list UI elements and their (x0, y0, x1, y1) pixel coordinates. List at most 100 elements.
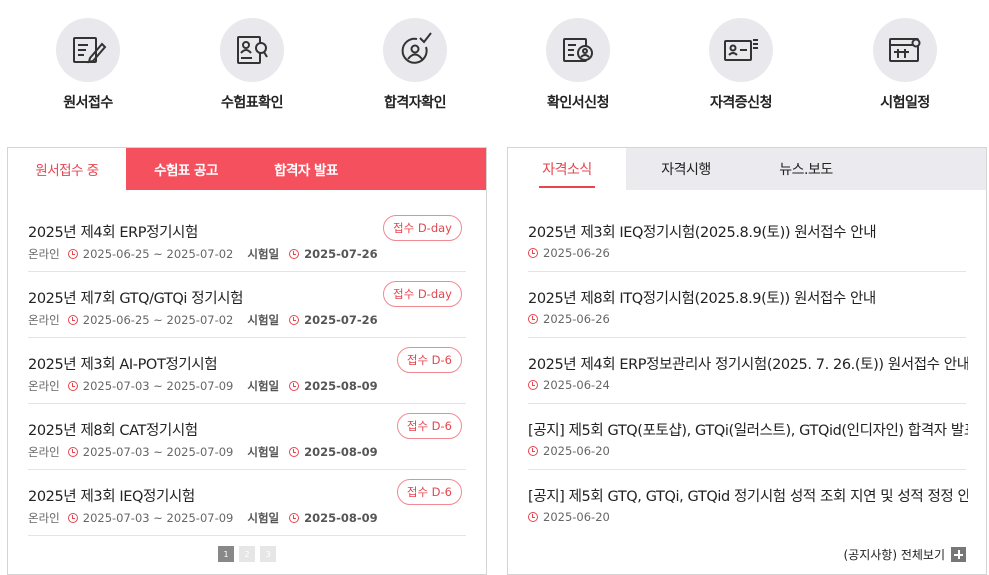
item-meta: 온라인 2025-07-03 ~ 2025-07-09 시험일 2025-08-… (28, 378, 378, 394)
quick-application[interactable]: 원서접수 (28, 18, 148, 112)
news-title: [공지] 제5회 GTQ(포토샵), GTQi(일러스트), GTQid(인디자… (528, 423, 968, 439)
item-meta: 온라인 2025-06-25 ~ 2025-07-02 시험일 2025-07-… (28, 312, 378, 328)
list-item[interactable]: 2025년 제4회 ERP정보관리사 정기시험(2025. 7. 26.(토))… (528, 338, 968, 404)
clock-icon (528, 512, 538, 522)
view-all-link[interactable]: (공지사항) 전체보기 (844, 546, 966, 563)
list-item[interactable]: 2025년 제8회 ITQ정기시험(2025.8.9(토)) 원서접수 안내 2… (528, 272, 966, 338)
clock-icon (528, 314, 538, 324)
quick-label: 수험표확인 (221, 95, 283, 111)
exam-list: 2025년 제4회 ERP정기시험 온라인 2025-06-25 ~ 2025-… (28, 206, 466, 536)
exam-date: 2025-08-09 (304, 445, 378, 459)
list-item[interactable]: 2025년 제4회 ERP정기시험 온라인 2025-06-25 ~ 2025-… (28, 206, 466, 272)
quick-label: 원서접수 (63, 95, 113, 111)
item-meta: 온라인 2025-07-03 ~ 2025-07-09 시험일 2025-08-… (28, 510, 378, 526)
news-meta: 2025-06-20 (528, 444, 610, 458)
news-date: 2025-06-24 (543, 378, 610, 392)
tab-cert-news[interactable]: 자격소식 (508, 148, 626, 190)
clock-icon (67, 513, 78, 523)
news-date: 2025-06-26 (543, 312, 610, 326)
item-title: 2025년 제7회 GTQ/GTQi 정기시험 (28, 291, 244, 307)
news-meta: 2025-06-26 (528, 246, 610, 260)
tab-news-press[interactable]: 뉴스.보도 (746, 148, 866, 190)
news-title: 2025년 제3회 IEQ정기시험(2025.8.9(토)) 원서접수 안내 (528, 225, 877, 241)
tab-application-open[interactable]: 원서접수 중 (8, 148, 126, 190)
method-label: 온라인 (28, 379, 60, 393)
news-date: 2025-06-20 (543, 510, 610, 524)
pass-check-icon (383, 18, 447, 82)
news-meta: 2025-06-20 (528, 510, 610, 524)
item-title: 2025년 제3회 AI-POT정기시험 (28, 357, 218, 373)
item-title: 2025년 제3회 IEQ정기시험 (28, 489, 195, 505)
list-item[interactable]: [공지] 제5회 GTQ, GTQi, GTQid 정기시험 성적 조회 지연 … (528, 470, 968, 536)
quick-license-card[interactable]: 자격증신청 (681, 18, 801, 112)
news-list: 2025년 제3회 IEQ정기시험(2025.8.9(토)) 원서접수 안내 2… (528, 206, 968, 536)
exam-date: 2025-08-09 (304, 379, 378, 393)
news-date: 2025-06-26 (543, 246, 610, 260)
period: 2025-06-25 ~ 2025-07-02 (82, 247, 234, 261)
exam-label: 시험일 (247, 511, 280, 525)
page-button-2[interactable]: 2 (239, 546, 255, 562)
page-button-3[interactable]: 3 (260, 546, 276, 562)
admission-ticket-icon (220, 18, 284, 82)
quick-label: 자격증신청 (710, 95, 772, 111)
pagination: 1 2 3 (8, 546, 486, 562)
clock-icon (528, 446, 538, 456)
status-badge: 접수 D-day (383, 215, 462, 241)
list-item[interactable]: 2025년 제3회 IEQ정기시험(2025.8.9(토)) 원서접수 안내 2… (528, 206, 966, 272)
quick-admission-ticket[interactable]: 수험표확인 (192, 18, 312, 112)
license-card-icon (709, 18, 773, 82)
method-label: 온라인 (28, 247, 60, 261)
exam-date: 2025-07-26 (304, 247, 378, 261)
list-item[interactable]: 2025년 제3회 AI-POT정기시험 온라인 2025-07-03 ~ 20… (28, 338, 466, 404)
exam-schedule-panel: 원서접수 중 수험표 공고 합격자 발표 2025년 제4회 ERP정기시험 온… (7, 147, 487, 575)
quick-certificate-request[interactable]: 확인서신청 (518, 18, 638, 112)
tab-pass-announce[interactable]: 합격자 발표 (246, 148, 366, 190)
period: 2025-07-03 ~ 2025-07-09 (82, 445, 234, 459)
period: 2025-07-03 ~ 2025-07-09 (82, 379, 234, 393)
news-meta: 2025-06-26 (528, 312, 610, 326)
exam-date: 2025-07-26 (304, 313, 378, 327)
exam-date: 2025-08-09 (304, 511, 378, 525)
item-meta: 온라인 2025-06-25 ~ 2025-07-02 시험일 2025-07-… (28, 246, 378, 262)
certificate-request-icon (546, 18, 610, 82)
page-button-1[interactable]: 1 (218, 546, 234, 562)
exam-label: 시험일 (247, 247, 280, 261)
list-item[interactable]: 2025년 제3회 IEQ정기시험 온라인 2025-07-03 ~ 2025-… (28, 470, 466, 536)
clock-icon (289, 447, 300, 457)
list-item[interactable]: 2025년 제8회 CAT정기시험 온라인 2025-07-03 ~ 2025-… (28, 404, 466, 470)
news-meta: 2025-06-24 (528, 378, 610, 392)
clock-icon (289, 315, 300, 325)
clock-icon (67, 249, 78, 259)
tab-cert-exam[interactable]: 자격시행 (626, 148, 746, 190)
clock-icon (67, 447, 78, 457)
quick-calendar[interactable]: 시험일정 (845, 18, 965, 112)
news-title: 2025년 제8회 ITQ정기시험(2025.8.9(토)) 원서접수 안내 (528, 291, 876, 307)
quick-pass-check[interactable]: 합격자확인 (355, 18, 475, 112)
period: 2025-06-25 ~ 2025-07-02 (82, 313, 234, 327)
status-badge: 접수 D-day (383, 281, 462, 307)
status-badge: 접수 D-6 (396, 479, 462, 505)
exam-tabs: 원서접수 중 수험표 공고 합격자 발표 (8, 148, 486, 190)
clock-icon (67, 315, 78, 325)
exam-label: 시험일 (247, 379, 280, 393)
status-badge: 접수 D-6 (396, 413, 462, 439)
application-form-icon (56, 18, 120, 82)
period: 2025-07-03 ~ 2025-07-09 (82, 511, 234, 525)
method-label: 온라인 (28, 445, 60, 459)
exam-label: 시험일 (247, 313, 280, 327)
list-item[interactable]: 2025년 제7회 GTQ/GTQi 정기시험 온라인 2025-06-25 ~… (28, 272, 466, 338)
news-title: [공지] 제5회 GTQ, GTQi, GTQid 정기시험 성적 조회 지연 … (528, 489, 968, 505)
plus-icon (951, 547, 966, 562)
clock-icon (67, 381, 78, 391)
clock-icon (289, 249, 300, 259)
exam-label: 시험일 (247, 445, 280, 459)
news-tabs: 자격소식 자격시행 뉴스.보도 (508, 148, 986, 190)
item-meta: 온라인 2025-07-03 ~ 2025-07-09 시험일 2025-08-… (28, 444, 378, 460)
list-item[interactable]: [공지] 제5회 GTQ(포토샵), GTQi(일러스트), GTQid(인디자… (528, 404, 968, 470)
clock-icon (528, 380, 538, 390)
status-badge: 접수 D-6 (396, 347, 462, 373)
item-title: 2025년 제8회 CAT정기시험 (28, 423, 198, 439)
tab-ticket-notice[interactable]: 수험표 공고 (126, 148, 246, 190)
quick-menu: 원서접수 수험표확인 합격자확인 확인서신청 자격증신청 시험일정 (0, 0, 989, 125)
news-title: 2025년 제4회 ERP정보관리사 정기시험(2025. 7. 26.(토))… (528, 357, 968, 373)
